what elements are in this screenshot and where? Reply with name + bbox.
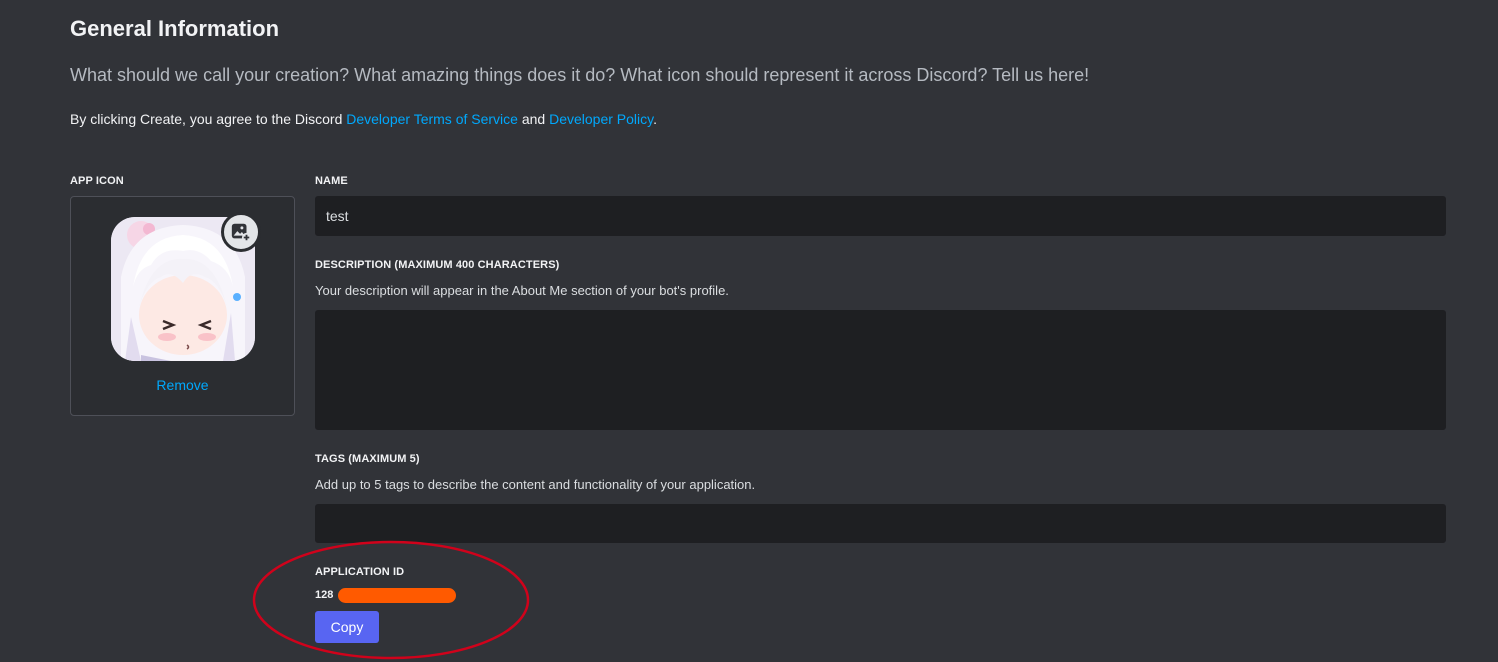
terms-and: and (517, 111, 550, 127)
terms-prefix: By clicking Create, you agree to the Dis… (70, 111, 347, 127)
description-textarea[interactable] (315, 310, 1446, 430)
tags-input[interactable] (315, 504, 1446, 543)
remove-icon-link[interactable]: Remove (71, 377, 294, 393)
upload-image-button[interactable] (221, 212, 261, 252)
terms-suffix: . (653, 111, 657, 127)
application-id-label: APPLICATION ID (315, 566, 405, 578)
page-subtitle: What should we call your creation? What … (70, 65, 1090, 85)
developer-policy-link[interactable]: Developer Policy (549, 111, 653, 127)
app-icon-label: APP ICON (70, 175, 124, 187)
description-label: DESCRIPTION (MAXIMUM 400 CHARACTERS) (315, 259, 560, 271)
terms-notice: By clicking Create, you agree to the Dis… (70, 111, 657, 127)
description-helper: Your description will appear in the Abou… (315, 283, 729, 298)
name-label: NAME (315, 175, 348, 187)
image-plus-icon (231, 223, 252, 243)
name-input[interactable] (315, 196, 1446, 236)
tags-label: TAGS (MAXIMUM 5) (315, 453, 420, 465)
tags-helper: Add up to 5 tags to describe the content… (315, 477, 756, 492)
developer-terms-link[interactable]: Developer Terms of Service (346, 111, 518, 127)
page-title: General Information (70, 16, 280, 41)
application-id-value: 128 (315, 589, 334, 601)
redaction-mark (338, 588, 456, 603)
app-icon-card: Remove (70, 196, 295, 416)
copy-application-id-button[interactable]: Copy (315, 611, 379, 643)
